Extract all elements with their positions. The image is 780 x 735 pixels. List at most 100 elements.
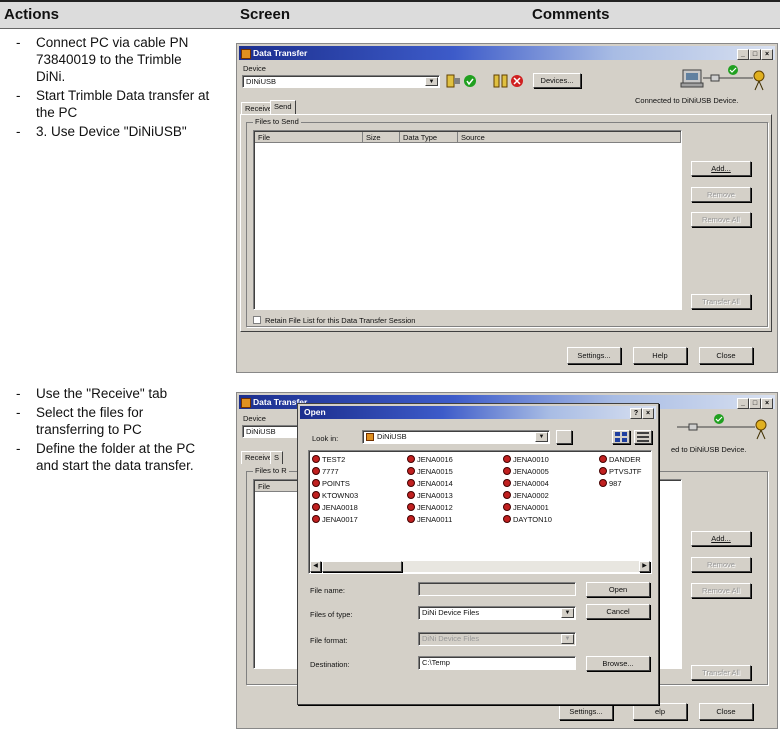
file-browser-list[interactable]: TEST2 7777 POINTS KTOWN03 JENA0018 JENA0… — [308, 450, 652, 574]
file-name-input[interactable] — [418, 582, 576, 596]
column-source[interactable]: Source — [458, 132, 681, 143]
files-of-type-value: DiNi Device Files — [422, 608, 480, 617]
disconnect-icon[interactable] — [492, 72, 526, 90]
action-item: Use the "Receive" tab — [14, 385, 214, 402]
device-label: Device — [243, 64, 266, 73]
close-icon[interactable]: × — [642, 408, 654, 419]
file-item[interactable]: JENA0012 — [407, 503, 453, 512]
remove-button[interactable]: Remove — [691, 557, 751, 572]
connection-status-icon — [680, 65, 765, 91]
remove-all-button[interactable]: Remove All — [691, 212, 751, 227]
file-format-dropdown[interactable]: DiNi Device Files ▼ — [418, 632, 576, 646]
column-size[interactable]: Size — [363, 132, 400, 143]
column-data-type[interactable]: Data Type — [400, 132, 458, 143]
browse-button[interactable]: Browse... — [586, 656, 650, 671]
device-dropdown[interactable]: DINiUSB ▼ — [242, 75, 440, 88]
destination-input[interactable]: C:\Temp — [418, 656, 576, 670]
close-button[interactable]: Close — [699, 703, 753, 720]
connect-icon[interactable] — [445, 72, 479, 90]
list-view-icon[interactable] — [612, 430, 630, 444]
file-item[interactable]: DANDER — [599, 455, 641, 464]
help-icon[interactable]: ? — [630, 408, 642, 419]
transfer-all-button[interactable]: Transfer All — [691, 294, 751, 309]
header-screen: Screen — [240, 6, 291, 23]
action-item: Define the folder at the PC and start th… — [14, 440, 214, 474]
file-item[interactable]: JENA0011 — [407, 515, 452, 524]
file-item[interactable]: JENA0004 — [503, 479, 549, 488]
file-item[interactable]: JENA0015 — [407, 467, 453, 476]
open-button[interactable]: Open — [586, 582, 650, 597]
look-in-dropdown[interactable]: DiNiUSB ▼ — [362, 430, 550, 444]
files-list[interactable]: File Size Data Type Source — [253, 130, 682, 310]
header-actions: Actions — [4, 6, 60, 23]
app-icon — [241, 398, 251, 408]
app-icon — [241, 49, 251, 59]
look-in-label: Look in: — [312, 434, 339, 443]
window-title-bar: Data Transfer _ □ × — [239, 46, 775, 60]
chevron-down-icon: ▼ — [561, 634, 574, 644]
files-of-type-dropdown[interactable]: DiNi Device Files ▼ — [418, 606, 576, 620]
tab-send[interactable]: Send — [270, 100, 296, 115]
scrollbar-thumb[interactable] — [322, 561, 402, 572]
close-button[interactable]: Close — [699, 347, 753, 364]
add-button[interactable]: Add... — [691, 531, 751, 546]
device-value: DINiUSB — [246, 77, 277, 86]
help-button[interactable]: Help — [633, 347, 687, 364]
action-item: Select the files for transferring to PC — [14, 404, 214, 438]
chevron-down-icon: ▼ — [425, 77, 438, 86]
settings-button[interactable]: Settings... — [559, 703, 613, 720]
file-item[interactable]: TEST2 — [312, 455, 345, 464]
data-transfer-window-receive: Data Transfer _ □ × Device DiNiUSB ed to… — [236, 392, 778, 729]
file-item[interactable]: POINTS — [312, 479, 350, 488]
file-item[interactable]: JENA0017 — [312, 515, 358, 524]
table-header: Actions Screen Comments — [0, 0, 780, 29]
connected-status-text: ed to DiNiUSB Device. — [671, 445, 747, 454]
maximize-button[interactable]: □ — [749, 49, 761, 60]
open-dialog-title-bar: Open ? × — [300, 406, 656, 419]
file-item[interactable]: JENA0005 — [503, 467, 549, 476]
files-to-receive-label: Files to R — [253, 466, 289, 475]
file-item[interactable]: JENA0018 — [312, 503, 358, 512]
file-item[interactable]: PTVSJTF — [599, 467, 642, 476]
actions-list-1: Connect PC via cable PN 73840019 to the … — [14, 34, 214, 142]
destination-value: C:\Temp — [422, 658, 450, 667]
file-item[interactable]: DAYTON10 — [503, 515, 552, 524]
remove-button[interactable]: Remove — [691, 187, 751, 202]
device-dropdown[interactable]: DiNiUSB — [242, 425, 302, 438]
action-item: Start Trimble Data transfer at the PC — [14, 87, 214, 121]
close-window-button[interactable]: × — [761, 398, 773, 409]
open-dialog: Open ? × Look in: DiNiUSB ▼ TEST2 7777 P… — [297, 403, 659, 705]
file-item[interactable]: JENA0010 — [503, 455, 549, 464]
close-window-button[interactable]: × — [761, 49, 773, 60]
connection-status-icon — [677, 414, 767, 440]
scroll-left-icon[interactable]: ◀ — [310, 561, 321, 572]
file-item[interactable]: JENA0002 — [503, 491, 549, 500]
cancel-button[interactable]: Cancel — [586, 604, 650, 619]
horizontal-scrollbar[interactable]: ◀ ▶ — [310, 561, 650, 572]
details-view-icon[interactable] — [634, 430, 652, 444]
transfer-all-button[interactable]: Transfer All — [691, 665, 751, 680]
devices-button[interactable]: Devices... — [533, 73, 581, 88]
remove-all-button[interactable]: Remove All — [691, 583, 751, 598]
tab-send[interactable]: S — [270, 451, 284, 464]
file-item[interactable]: JENA0014 — [407, 479, 453, 488]
actions-list-2: Use the "Receive" tab Select the files f… — [14, 385, 214, 476]
minimize-button[interactable]: _ — [737, 49, 749, 60]
column-file[interactable]: File — [255, 132, 363, 143]
help-button[interactable]: elp — [633, 703, 687, 720]
settings-button[interactable]: Settings... — [567, 347, 621, 364]
file-item[interactable]: JENA0016 — [407, 455, 453, 464]
up-folder-button[interactable] — [556, 430, 572, 444]
file-item[interactable]: KTOWN03 — [312, 491, 358, 500]
file-item[interactable]: JENA0013 — [407, 491, 453, 500]
retain-file-list-checkbox[interactable] — [253, 316, 261, 324]
file-item[interactable]: 7777 — [312, 467, 339, 476]
maximize-button[interactable]: □ — [749, 398, 761, 409]
scroll-right-icon[interactable]: ▶ — [639, 561, 650, 572]
add-button[interactable]: Add... — [691, 161, 751, 176]
files-to-send-label: Files to Send — [253, 117, 301, 126]
file-item[interactable]: 987 — [599, 479, 622, 488]
chevron-down-icon: ▼ — [535, 432, 548, 442]
file-item[interactable]: JENA0001 — [503, 503, 549, 512]
minimize-button[interactable]: _ — [737, 398, 749, 409]
